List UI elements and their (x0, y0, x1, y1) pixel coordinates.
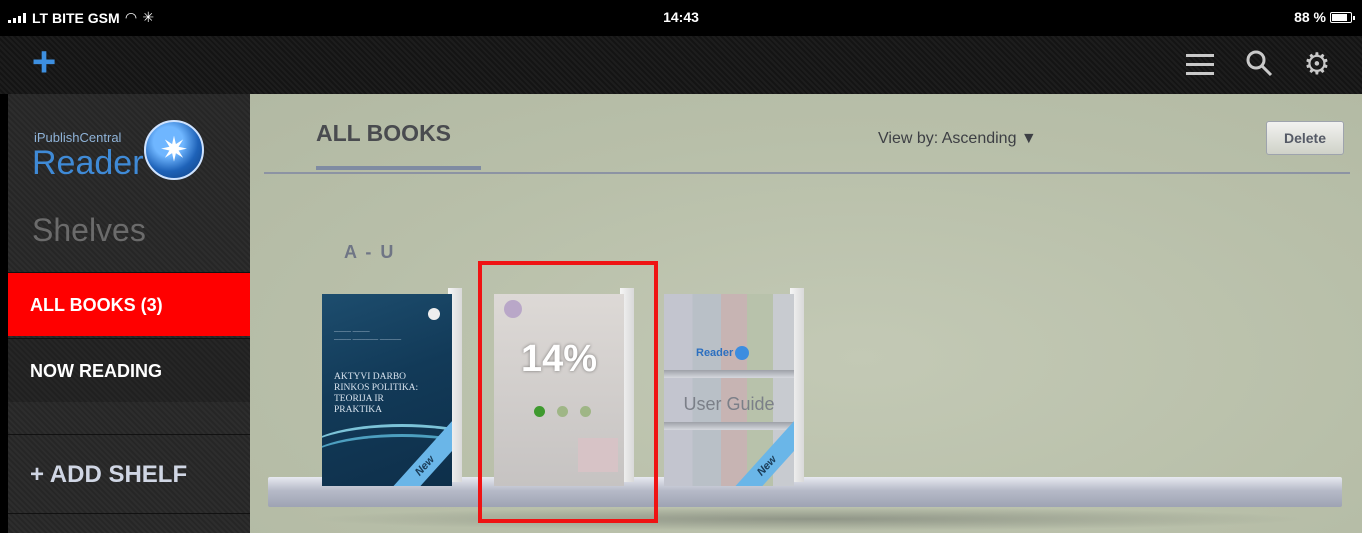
search-button[interactable] (1244, 48, 1278, 82)
add-button[interactable]: + (26, 41, 62, 83)
shelves-heading: Shelves (32, 212, 146, 248)
sidebar-item-now-reading[interactable]: NOW READING (8, 338, 250, 402)
publisher-logo-icon (428, 308, 440, 320)
delete-button[interactable]: Delete (1266, 121, 1344, 155)
book-cover: Reader User Guide New (664, 294, 794, 486)
book-cover-title: User Guide (683, 394, 775, 414)
add-shelf-button[interactable]: + ADD SHELF (8, 434, 250, 514)
shelf-section-label: A - U (344, 242, 396, 262)
sidebar-item-all-books[interactable]: ALL BOOKS (3) (8, 272, 250, 336)
cover-band (664, 370, 794, 378)
list-icon (1186, 54, 1220, 75)
logo-publisher: iPublishCentral (34, 130, 122, 145)
app-logo: iPublishCentral Reader (32, 120, 232, 190)
shelf-shadow (310, 507, 1310, 531)
title-underline (316, 166, 481, 170)
book-cover-title: AKTYVI DARBO RINKOS POLITIKA: TEORIJA IR… (334, 372, 419, 415)
logo-wordmark: Reader (32, 144, 144, 182)
battery-group: 88 % (1294, 9, 1355, 25)
selection-highlight (478, 261, 658, 523)
main-panel: ALL BOOKS View by: Ascending ▼ Delete A … (250, 94, 1362, 533)
sort-dropdown[interactable]: View by: Ascending ▼ (878, 130, 1037, 148)
header-divider (264, 172, 1350, 174)
search-icon (1246, 50, 1273, 77)
gear-icon: ⚙ (1303, 48, 1331, 81)
cover-band (664, 422, 794, 430)
reader-logo-icon (735, 346, 750, 360)
list-view-button[interactable] (1186, 48, 1220, 82)
logo-emblem-icon (144, 120, 204, 180)
cover-brand: Reader (696, 346, 750, 360)
status-bar: LT BITE GSM ◠ ✳ 14:43 88 % (0, 0, 1362, 36)
battery-icon (1330, 11, 1355, 23)
book-cover: ──── ──── ──── ────── ───── AKTYVI DARBO … (322, 294, 452, 486)
top-toolbar: + ⚙ (0, 36, 1362, 94)
clock: 14:43 (663, 9, 699, 25)
book-item[interactable]: Reader User Guide New (664, 288, 804, 486)
page-title: ALL BOOKS (316, 120, 452, 146)
sidebar: iPublishCentral Reader Shelves ALL BOOKS… (8, 94, 250, 533)
battery-level: 88 % (1294, 9, 1326, 25)
book-item[interactable]: ──── ──── ──── ────── ───── AKTYVI DARBO … (322, 288, 462, 486)
settings-button[interactable]: ⚙ (1300, 48, 1334, 82)
plus-icon: + (31, 38, 57, 85)
cover-authors: ──── ──── ──── ────── ───── (334, 329, 402, 343)
